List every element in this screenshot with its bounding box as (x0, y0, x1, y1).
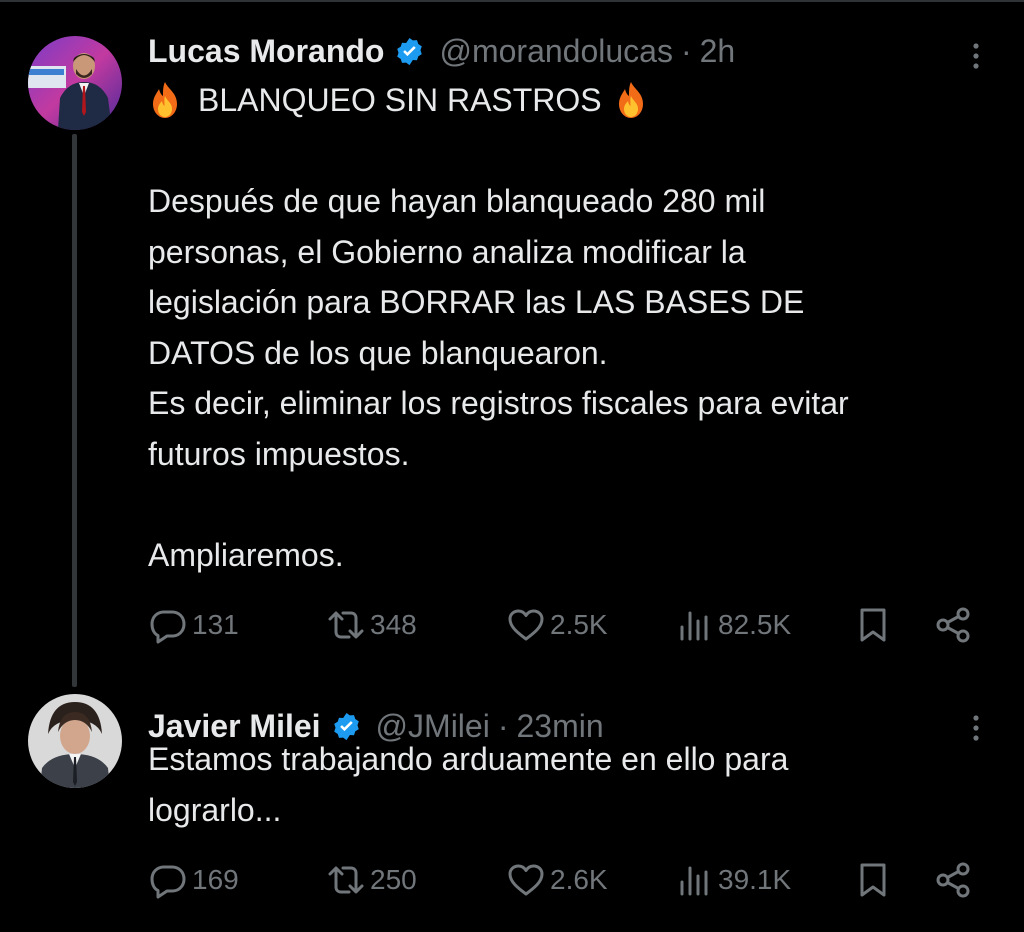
retweet-icon (326, 860, 366, 900)
like-button[interactable]: 2.6K (506, 858, 608, 902)
tweet-text: Estamos trabajando arduamente en ello pa… (148, 734, 1008, 835)
tweet-text-line: Después de que hayan blanqueado 280 mil (148, 183, 766, 219)
tweet-headline: BLANQUEO SIN RASTROS (148, 75, 1008, 126)
bookmark-button[interactable] (853, 858, 893, 902)
bookmark-icon (853, 605, 893, 645)
views-icon (674, 860, 714, 900)
view-count: 39.1K (718, 864, 792, 895)
tweet-text-line: legislación para BORRAR las LAS BASES DE (148, 284, 805, 320)
tweet-thread: Lucas Morando @morandolucas · 2h BLANQUE… (0, 0, 1024, 932)
share-button[interactable] (933, 603, 973, 647)
reply-button[interactable]: 131 (148, 603, 239, 647)
share-icon (933, 605, 973, 645)
share-icon (933, 860, 973, 900)
view-count: 82.5K (718, 609, 792, 640)
tweet-text-line: futuros impuestos. (148, 435, 410, 472)
reply-icon (148, 605, 188, 645)
views-button[interactable]: 82.5K (674, 603, 791, 647)
tweet-header: Lucas Morando @morandolucas · 2h (148, 33, 735, 69)
action-bar: 131 348 2.5K 82.5K (148, 603, 978, 647)
headline-text: BLANQUEO SIN RASTROS (198, 82, 602, 118)
action-bar: 169 250 2.6K 39.1K (148, 858, 978, 902)
reply-icon (148, 860, 188, 900)
tweet-text-line: personas, el Gobierno analiza modificar … (148, 233, 746, 270)
tweet-text-line: lograrlo... (148, 791, 282, 828)
tweet-text-line: Estamos trabajando arduamente en ello pa… (148, 741, 789, 777)
retweet-button[interactable]: 348 (326, 603, 417, 647)
retweet-icon (326, 605, 366, 645)
avatar-lucas-morando[interactable] (28, 36, 122, 130)
retweet-button[interactable]: 250 (326, 858, 417, 902)
tweet-closing-line: Ampliaremos. (148, 536, 344, 573)
tweet-text-line: DATOS de los que blanquearon. (148, 334, 608, 371)
reply-button[interactable]: 169 (148, 858, 239, 902)
tweet-javier-milei[interactable]: Javier Milei @JMilei · 23min Estamos tra… (0, 688, 1024, 932)
bookmark-icon (853, 860, 893, 900)
views-button[interactable]: 39.1K (674, 858, 791, 902)
fire-emoji-icon (614, 81, 648, 119)
like-count: 2.6K (550, 864, 608, 895)
tweet-text-line: Es decir, eliminar los registros fiscale… (148, 385, 849, 421)
retweet-count: 250 (370, 864, 417, 895)
author-name[interactable]: Lucas Morando (148, 33, 384, 69)
tweet-text: BLANQUEO SIN RASTROS Después de que haya… (148, 75, 1008, 580)
bookmark-button[interactable] (853, 603, 893, 647)
like-count: 2.5K (550, 609, 608, 640)
retweet-count: 348 (370, 609, 417, 640)
tweet-timestamp[interactable]: 2h (700, 33, 736, 69)
views-icon (674, 605, 714, 645)
meta-separator: · (680, 33, 692, 69)
verified-badge-icon (394, 36, 425, 67)
reply-count: 169 (192, 864, 239, 895)
avatar-javier-milei[interactable] (28, 694, 122, 788)
reply-count: 131 (192, 609, 239, 640)
like-button[interactable]: 2.5K (506, 603, 608, 647)
thread-connector-line (72, 134, 77, 687)
tweet-lucas-morando[interactable]: Lucas Morando @morandolucas · 2h BLANQUE… (0, 0, 1024, 688)
author-handle[interactable]: @morandolucas (439, 33, 672, 69)
more-options-icon[interactable] (966, 38, 986, 74)
heart-icon (506, 860, 546, 900)
fire-emoji-icon (148, 81, 182, 119)
share-button[interactable] (933, 858, 973, 902)
heart-icon (506, 605, 546, 645)
